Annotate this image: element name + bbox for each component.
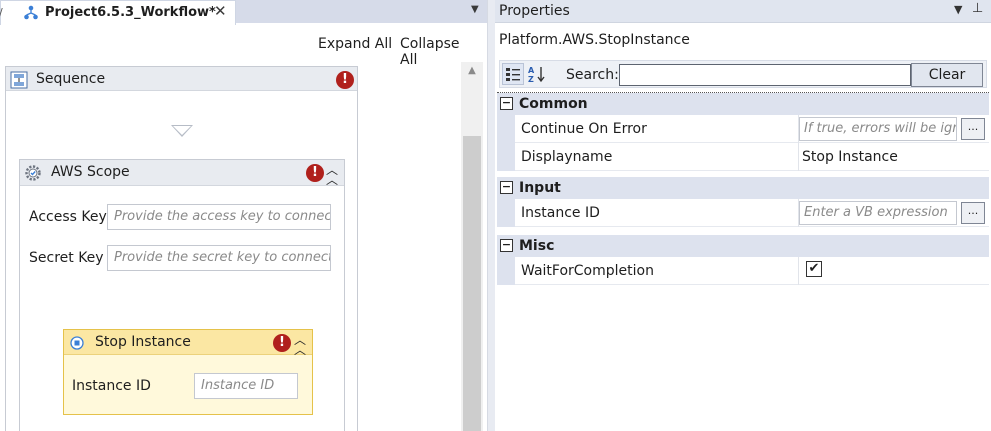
collapse-toggle-icon[interactable]: −: [500, 181, 513, 194]
collapse-toggle-icon[interactable]: −: [500, 97, 513, 110]
aws-scope-title: AWS Scope: [51, 164, 130, 180]
column-divider[interactable]: [798, 143, 799, 171]
sequence-header: Sequence !: [6, 67, 357, 91]
gear-icon: [25, 165, 41, 181]
drop-arrow-icon: [171, 125, 193, 137]
continue-on-error-input[interactable]: If true, errors will be ignored: [799, 117, 957, 141]
instance-id-expression-input[interactable]: Enter a VB expression: [799, 201, 957, 225]
displayname-value[interactable]: Stop Instance: [802, 149, 898, 165]
stop-instance-activity[interactable]: Stop Instance ! ︿ ︿ Instance ID Instance …: [63, 329, 313, 415]
properties-pane: Properties ▼ ⊥ Platform.AWS.StopInstance…: [495, 0, 991, 431]
tab-project-workflow[interactable]: / Project6.5.3_Workflow* ✕: [0, 0, 236, 25]
categorized-icon: [506, 68, 520, 81]
categorized-view-button[interactable]: [502, 63, 524, 85]
scroll-up-icon[interactable]: ▲: [461, 65, 483, 79]
row-gutter: [497, 199, 515, 227]
aws-scope-activity[interactable]: AWS Scope ! ︿ ︿ Access Key Provide the ac…: [19, 159, 345, 431]
collapse-toggle-icon[interactable]: −: [500, 239, 513, 252]
pin-icon[interactable]: ⊥: [972, 1, 983, 16]
secret-key-label: Secret Key: [29, 250, 104, 266]
property-name: WaitForCompletion: [521, 263, 654, 279]
workflow-designer: / Project6.5.3_Workflow* ✕ ▼ Expand All …: [0, 0, 487, 431]
secret-key-input[interactable]: Provide the secret key to connect: [107, 245, 331, 271]
wait-for-completion-checkbox[interactable]: ✔: [806, 261, 822, 277]
error-icon[interactable]: !: [336, 71, 354, 89]
category-common[interactable]: − Common: [497, 93, 989, 115]
property-name: Displayname: [521, 149, 613, 165]
clear-button[interactable]: Clear: [911, 63, 983, 87]
property-row-instance-id[interactable]: Instance ID Enter a VB expression ...: [497, 199, 989, 227]
category-name: Common: [519, 96, 588, 112]
column-divider[interactable]: [798, 257, 799, 285]
property-grid: − Common Continue On Error If true, erro…: [497, 92, 989, 431]
aws-scope-header: AWS Scope ! ︿ ︿: [20, 160, 344, 186]
scrollbar-thumb[interactable]: [463, 136, 481, 431]
close-tab-icon[interactable]: ✕: [214, 2, 227, 20]
error-icon[interactable]: !: [306, 164, 324, 182]
workflow-icon: [24, 5, 38, 20]
error-icon[interactable]: !: [273, 334, 291, 352]
category-input[interactable]: − Input: [497, 177, 989, 199]
designer-canvas: Sequence ! AWS Scope ! ︿ ︿ Access Key Pro…: [0, 62, 487, 431]
category-misc[interactable]: − Misc: [497, 235, 989, 257]
pane-splitter[interactable]: [487, 0, 495, 431]
alphabetical-view-button[interactable]: A Z: [526, 63, 548, 85]
access-key-input[interactable]: Provide the access key to connect: [107, 204, 331, 230]
svg-text:A: A: [528, 66, 535, 75]
category-name: Input: [519, 180, 561, 196]
properties-toolbar: A Z Search: Clear: [499, 60, 987, 88]
property-row-displayname[interactable]: Displayname Stop Instance: [497, 143, 989, 171]
expression-editor-button[interactable]: ...: [961, 118, 985, 140]
properties-title: Properties: [499, 3, 570, 19]
search-label: Search:: [566, 67, 619, 83]
activity-type-name: Platform.AWS.StopInstance: [499, 32, 690, 48]
expand-collapse-bar: Expand All Collapse All: [0, 36, 480, 68]
properties-titlebar: Properties ▼ ⊥: [495, 0, 991, 23]
row-gutter: [497, 257, 515, 285]
sequence-title: Sequence: [36, 71, 106, 87]
stop-instance-title: Stop Instance: [95, 334, 191, 350]
tab-title: Project6.5.3_Workflow*: [45, 5, 216, 20]
property-name: Continue On Error: [521, 121, 647, 137]
row-gutter: [497, 115, 515, 143]
property-row-wait-for-completion[interactable]: WaitForCompletion ✔: [497, 257, 989, 285]
instance-id-label: Instance ID: [72, 378, 151, 394]
collapse-chevron-icon[interactable]: ︿ ︿: [325, 164, 339, 186]
document-tab-bar: / Project6.5.3_Workflow* ✕ ▼: [0, 0, 487, 25]
property-row-continue-on-error[interactable]: Continue On Error If true, errors will b…: [497, 115, 989, 143]
tab-list-dropdown-icon[interactable]: ▼: [471, 4, 479, 15]
sequence-activity[interactable]: Sequence ! AWS Scope ! ︿ ︿ Access Key Pro…: [5, 66, 358, 431]
pane-dropdown-icon[interactable]: ▼: [954, 3, 962, 16]
sort-alpha-icon: A Z: [528, 66, 545, 84]
category-name: Misc: [519, 238, 555, 254]
property-name: Instance ID: [521, 205, 600, 221]
instance-id-input[interactable]: Instance ID: [194, 373, 298, 399]
access-key-label: Access Key: [29, 209, 107, 225]
svg-text:Z: Z: [528, 75, 534, 84]
sequence-icon: [10, 71, 28, 89]
expand-all-button[interactable]: Expand All: [318, 36, 392, 52]
row-gutter: [497, 143, 515, 171]
search-input[interactable]: [619, 64, 911, 86]
stop-instance-header: Stop Instance ! ︿ ︿: [64, 330, 312, 356]
expression-editor-button[interactable]: ...: [961, 202, 985, 224]
tab-edge-icon: /: [0, 5, 7, 21]
activity-icon: [70, 336, 84, 350]
collapse-chevron-icon[interactable]: ︿ ︿: [293, 334, 307, 356]
